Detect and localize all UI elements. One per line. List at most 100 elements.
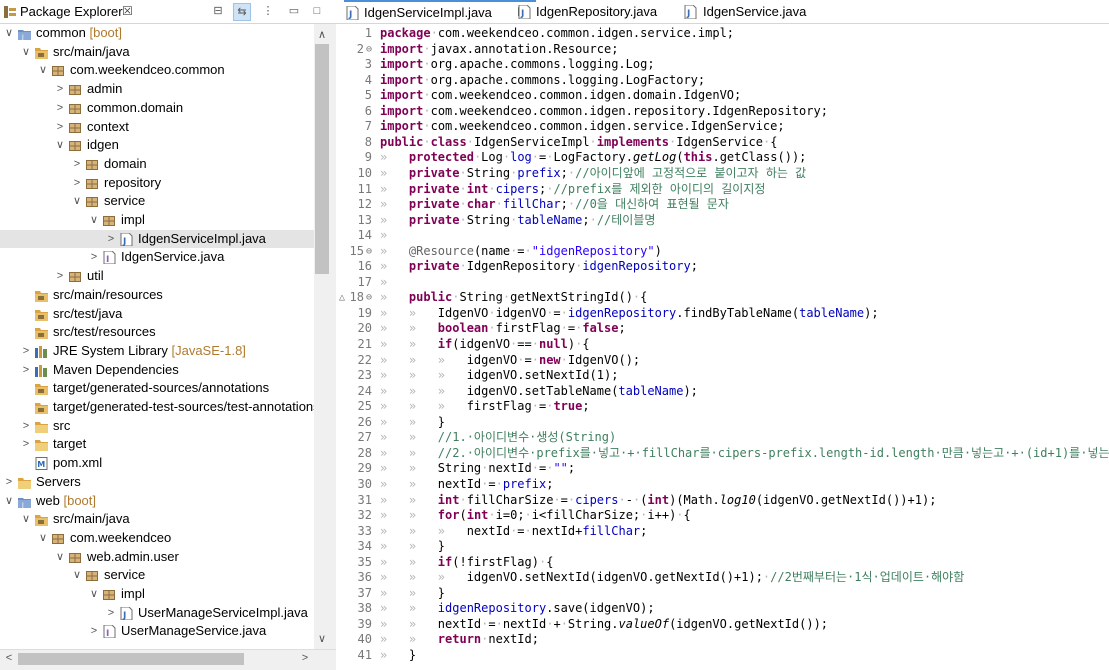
fold-toggle-icon[interactable]: ⊖ xyxy=(366,290,372,306)
code-line[interactable]: 23 » » » idgenVO.setNextId(1); xyxy=(336,368,1109,384)
code-line[interactable]: 16 » private·IdgenRepository·idgenReposit… xyxy=(336,259,1109,275)
tree-item[interactable]: > J IdgenServiceImpl.java xyxy=(0,229,314,249)
chevron-right-icon[interactable]: > xyxy=(54,267,66,285)
code-line[interactable]: 5 import·com.weekendceo.common.idgen.doma… xyxy=(336,88,1109,104)
code-line[interactable]: 20 » » boolean·firstFlag·=·false; xyxy=(336,321,1109,337)
chevron-right-icon[interactable]: > xyxy=(54,99,66,117)
fold-toggle-icon[interactable]: ⊖ xyxy=(366,42,372,58)
code-line[interactable]: 22 » » » idgenVO·=·new·IdgenVO(); xyxy=(336,353,1109,369)
code-line[interactable]: 6 import·com.weekendceo.common.idgen.repo… xyxy=(336,104,1109,120)
link-with-editor-icon[interactable]: ⇆ xyxy=(233,3,251,21)
code-line[interactable]: 11 » private·int·cipers;·//prefix를 제외한 아이… xyxy=(336,182,1109,198)
close-icon[interactable]: ☒ xyxy=(122,0,133,24)
tree-item[interactable]: ∨ service xyxy=(0,566,314,585)
scroll-right-icon[interactable]: > xyxy=(298,652,312,664)
chevron-right-icon[interactable]: > xyxy=(88,248,100,266)
tab-idgen-service[interactable]: J IdgenService.java xyxy=(684,0,824,24)
tree-item[interactable]: > J UserManageServiceImpl.java xyxy=(0,604,314,623)
chevron-down-icon[interactable]: ∨ xyxy=(20,43,32,61)
code-line[interactable]: 34 » » } xyxy=(336,539,1109,555)
tree-item[interactable]: ∨ impl xyxy=(0,211,314,230)
chevron-right-icon[interactable]: > xyxy=(88,622,100,640)
tree-item[interactable]: src/main/resources xyxy=(0,286,314,305)
fold-toggle-icon[interactable]: ⊖ xyxy=(366,244,372,260)
tree-item[interactable]: > Servers xyxy=(0,473,314,492)
code-line[interactable]: 36 » » » idgenVO.setNextId(idgenVO.getNex… xyxy=(336,570,1109,586)
chevron-right-icon[interactable]: > xyxy=(54,118,66,136)
scroll-down-icon[interactable]: ∨ xyxy=(315,632,329,645)
code-line[interactable]: 37 » » } xyxy=(336,586,1109,602)
chevron-down-icon[interactable]: ∨ xyxy=(37,61,49,79)
code-line[interactable]: 27 » » //1.·아이디변수·생성(String) xyxy=(336,430,1109,446)
tree-item[interactable]: > I IdgenService.java xyxy=(0,248,314,267)
code-line[interactable]: 1 package·com.weekendceo.common.idgen.ser… xyxy=(336,26,1109,42)
vertical-scrollbar-thumb[interactable] xyxy=(315,44,329,274)
code-line[interactable]: 10 » private·String·prefix;·//아이디앞에 고정적으로… xyxy=(336,166,1109,182)
chevron-down-icon[interactable]: ∨ xyxy=(37,529,49,547)
code-line[interactable]: 38 » » idgenRepository.save(idgenVO); xyxy=(336,601,1109,617)
tree-item[interactable]: ∨ impl xyxy=(0,585,314,604)
tree-item[interactable]: > Maven Dependencies xyxy=(0,361,314,380)
tree-item[interactable]: > target xyxy=(0,435,314,454)
minimize-icon[interactable]: ▭ xyxy=(285,3,303,21)
tree-item[interactable]: ∨ com.weekendceo xyxy=(0,529,314,548)
view-menu-icon[interactable]: ⋮ xyxy=(259,3,277,21)
code-line[interactable]: 41 » } xyxy=(336,648,1109,664)
tree-item[interactable]: ∨ Jweb [boot] xyxy=(0,492,314,511)
code-line[interactable]: 4 import·org.apache.commons.logging.LogFa… xyxy=(336,73,1109,89)
tree-item[interactable]: src/test/java xyxy=(0,305,314,324)
code-line[interactable]: 8 public·class·IdgenServiceImpl·implement… xyxy=(336,135,1109,151)
tree-item[interactable]: ∨ idgen xyxy=(0,136,314,155)
tree-item[interactable]: > context xyxy=(0,118,314,137)
chevron-right-icon[interactable]: > xyxy=(20,435,32,453)
horizontal-scrollbar-thumb[interactable] xyxy=(18,653,244,665)
code-line[interactable]: 39 » » nextId·=·nextId·+·String.valueOf(i… xyxy=(336,617,1109,633)
package-tree[interactable]: ∨ Jcommon [boot] ∨ src/main/java ∨ com.weeken… xyxy=(0,24,314,649)
code-line[interactable]: 13 » private·String·tableName;·//테이블명 xyxy=(336,213,1109,229)
code-line[interactable]: 29 » » String·nextId·=·""; xyxy=(336,461,1109,477)
code-line[interactable]: 26 » » } xyxy=(336,415,1109,431)
code-line[interactable]: 28 » » //2.·아이디변수·prefix를·넣고·+·fillChar를·… xyxy=(336,446,1109,462)
chevron-right-icon[interactable]: > xyxy=(20,342,32,360)
tree-item[interactable]: > util xyxy=(0,267,314,286)
code-line[interactable]: 40 » » return·nextId; xyxy=(336,632,1109,648)
code-line[interactable]: 30 » » nextId·=·prefix; xyxy=(336,477,1109,493)
tree-item[interactable]: > domain xyxy=(0,155,314,174)
chevron-right-icon[interactable]: > xyxy=(71,174,83,192)
code-line[interactable]: 9 » protected·Log·log·=·LogFactory.getLog… xyxy=(336,150,1109,166)
chevron-down-icon[interactable]: ∨ xyxy=(20,510,32,528)
code-line[interactable]: 19 » » IdgenVO·idgenVO·=·idgenRepository.… xyxy=(336,306,1109,322)
code-line[interactable]: 24 » » » idgenVO.setTableName(tableName); xyxy=(336,384,1109,400)
tree-item[interactable]: > src xyxy=(0,417,314,436)
code-line[interactable]: 31 » » int·fillCharSize·=·cipers·-·(int)(… xyxy=(336,493,1109,509)
tab-idgen-service-impl[interactable]: J IdgenServiceImpl.java ☒ xyxy=(344,0,536,24)
chevron-down-icon[interactable]: ∨ xyxy=(71,192,83,210)
chevron-down-icon[interactable]: ∨ xyxy=(54,548,66,566)
chevron-down-icon[interactable]: ∨ xyxy=(3,492,15,510)
code-line[interactable]: 18 ⊖ △» public·String·getNextStringId()·{ xyxy=(336,290,1109,306)
code-editor[interactable]: J IdgenServiceImpl.java ☒ J IdgenReposit… xyxy=(336,0,1109,670)
tree-item[interactable]: > I UserManageService.java xyxy=(0,622,314,641)
tree-item[interactable]: target/generated-sources/annotations xyxy=(0,379,314,398)
tree-item[interactable]: Mpom.xml xyxy=(0,454,314,473)
tree-item[interactable]: ∨ Jcommon [boot] xyxy=(0,24,314,43)
scroll-left-icon[interactable]: < xyxy=(2,652,16,664)
chevron-down-icon[interactable]: ∨ xyxy=(54,136,66,154)
tree-item[interactable]: src/test/resources xyxy=(0,323,314,342)
chevron-right-icon[interactable]: > xyxy=(54,80,66,98)
tree-item[interactable]: > JRE System Library [JavaSE-1.8] xyxy=(0,342,314,361)
code-line[interactable]: 14 » xyxy=(336,228,1109,244)
chevron-right-icon[interactable]: > xyxy=(20,361,32,379)
chevron-down-icon[interactable]: ∨ xyxy=(88,585,100,603)
code-area[interactable]: 1 package·com.weekendceo.common.idgen.ser… xyxy=(336,26,1109,670)
tab-idgen-repository[interactable]: J IdgenRepository.java xyxy=(516,0,676,24)
chevron-down-icon[interactable]: ∨ xyxy=(3,24,15,42)
tree-item[interactable]: > repository xyxy=(0,174,314,193)
chevron-right-icon[interactable]: > xyxy=(105,604,117,622)
code-line[interactable]: 7 import·com.weekendceo.common.idgen.serv… xyxy=(336,119,1109,135)
chevron-right-icon[interactable]: > xyxy=(105,230,117,248)
code-line[interactable]: 2 ⊖ import·javax.annotation.Resource; xyxy=(336,42,1109,58)
chevron-right-icon[interactable]: > xyxy=(3,473,15,491)
code-line[interactable]: 15 ⊖ » @Resource(name·=·"idgenRepository") xyxy=(336,244,1109,260)
tree-item[interactable]: ∨ service xyxy=(0,192,314,211)
